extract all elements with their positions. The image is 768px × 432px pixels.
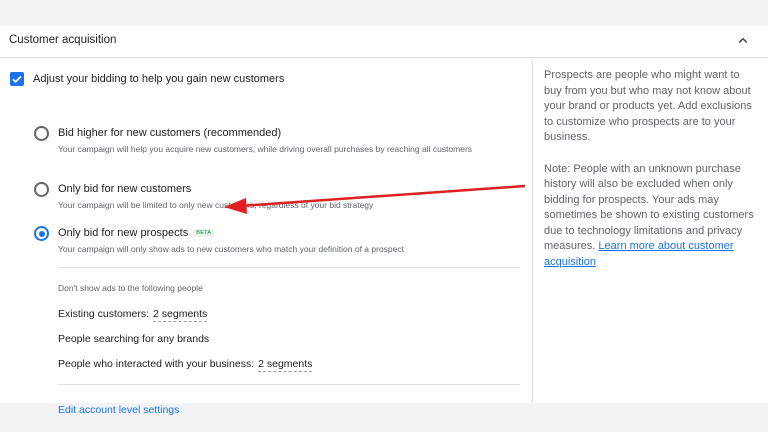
interacted-segments[interactable]: 2 segments [258,358,313,372]
existing-customers-segments[interactable]: 2 segments [153,308,208,322]
check-icon [12,75,22,84]
interacted-label: People who interacted with your business… [58,358,255,370]
option-description: Your campaign will help you acquire new … [58,144,473,154]
bidding-checkbox[interactable] [10,72,24,86]
section-header[interactable]: Customer acquisition [0,26,768,58]
existing-customers-label: Existing customers: [58,308,150,320]
divider [58,384,520,385]
radio-new-customers[interactable] [34,182,49,197]
radio-new-prospects[interactable] [34,226,49,241]
help-sidebar: Prospects are people who might want to b… [544,68,756,286]
interacted-row: People who interacted with your business… [58,358,313,372]
help-paragraph-1: Prospects are people who might want to b… [544,69,752,143]
option-title-text: Only bid for new prospects [58,227,189,239]
customer-acquisition-card: Customer acquisition Adjust your bidding… [0,26,768,416]
chevron-up-icon[interactable] [734,32,752,50]
divider [58,267,520,268]
edit-account-settings-link[interactable]: Edit account level settings [58,404,179,416]
help-paragraph-2: Note: People with an unknown purchase hi… [544,162,756,271]
existing-customers-row: Existing customers: 2 segments [58,308,208,322]
option-description: Your campaign will be limited to only ne… [58,200,374,210]
option-description: Your campaign will only show ads to new … [58,244,405,254]
settings-panel: Adjust your bidding to help you gain new… [0,59,533,416]
help-paragraph-2-text: Note: People with an unknown purchase hi… [544,162,754,253]
bidding-checkbox-label: Adjust your bidding to help you gain new… [33,73,285,85]
section-title: Customer acquisition [9,34,117,46]
radio-bid-higher[interactable] [34,126,49,141]
exclusions-heading: Don't show ads to the following people [58,283,203,293]
option-title: Bid higher for new customers (recommende… [58,127,282,139]
option-title: Only bid for new customers [58,183,192,195]
option-title: Only bid for new prospects BETA [58,227,215,239]
beta-badge: BETA [193,229,215,237]
searching-brands-row: People searching for any brands [58,333,210,345]
